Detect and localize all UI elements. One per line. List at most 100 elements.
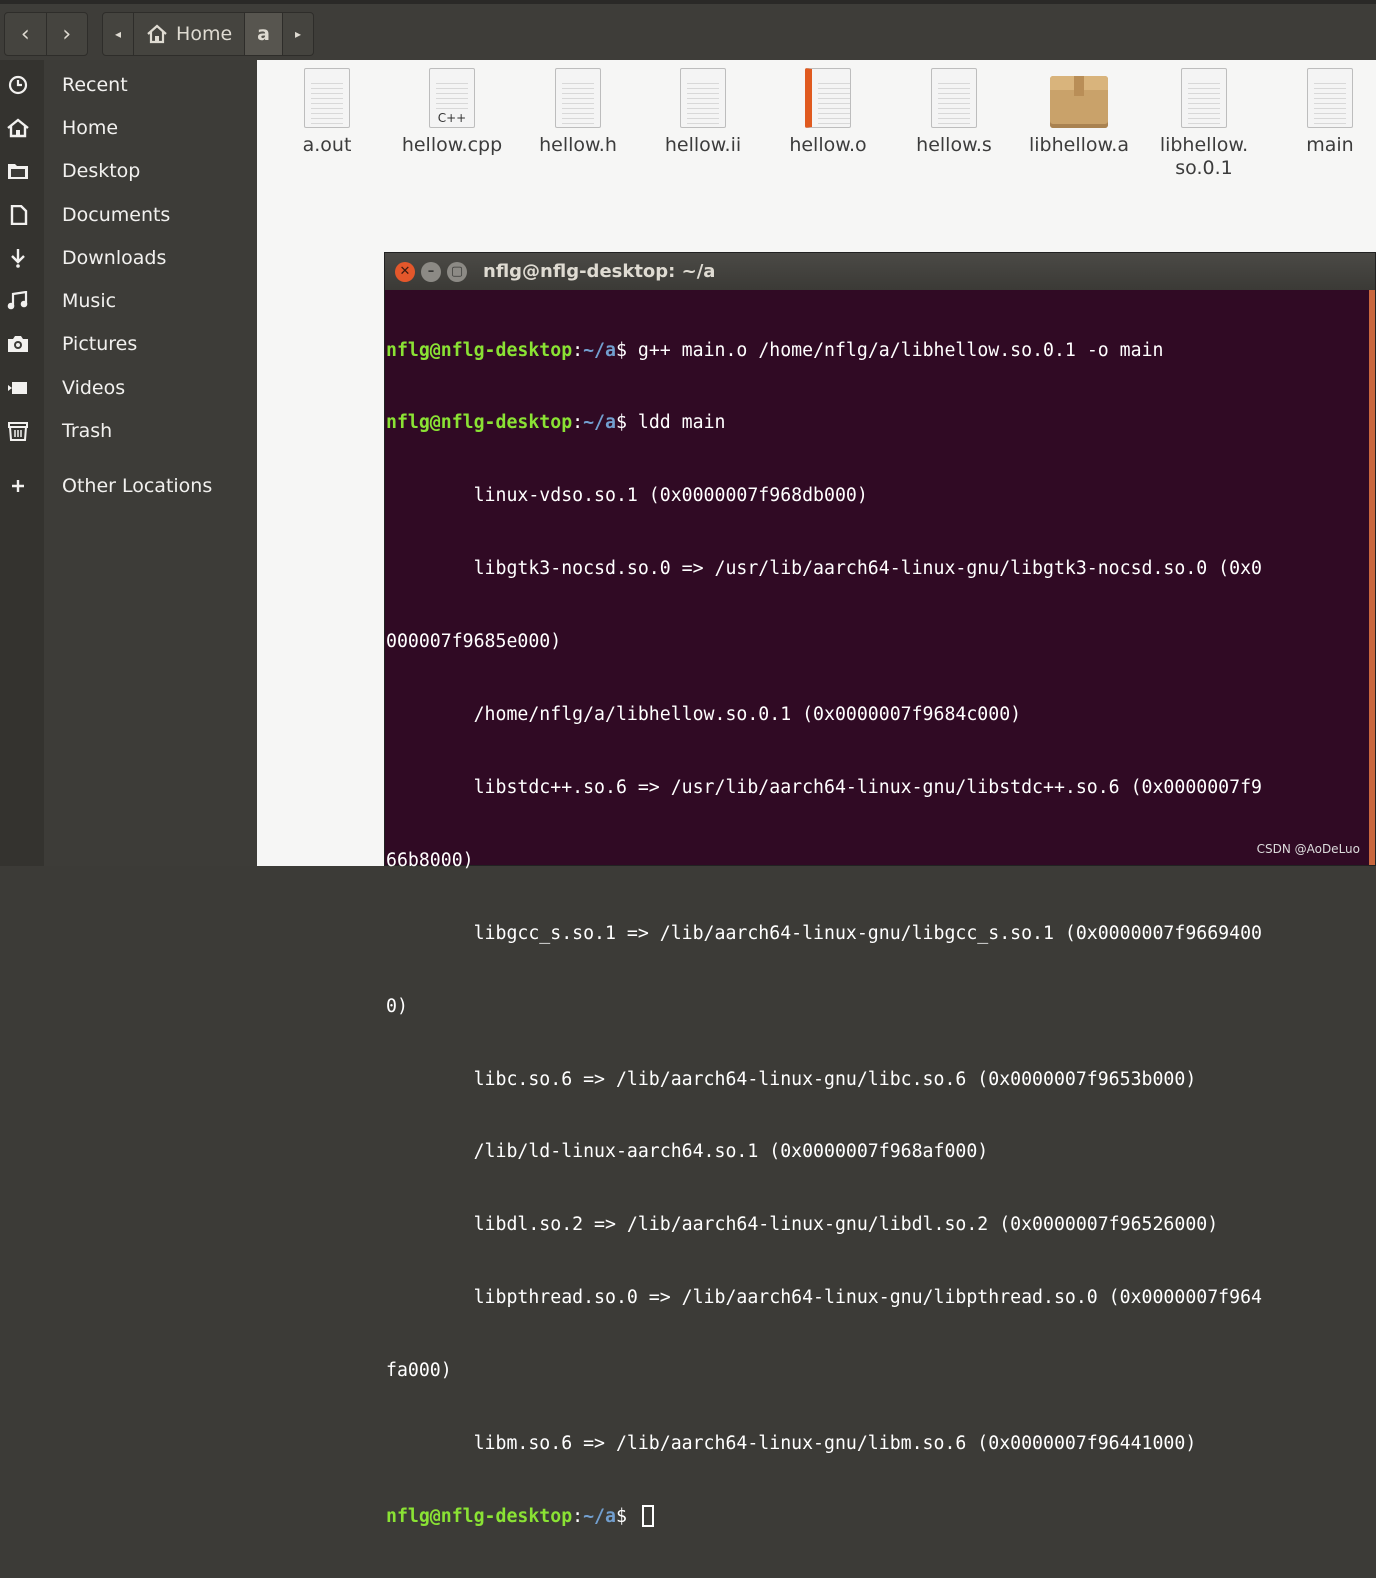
output-line: 66b8000) (386, 849, 474, 871)
sidebar-item-label: Trash (62, 420, 113, 442)
file-name: hellow.s (916, 134, 992, 156)
sidebar-item-other-locations[interactable]: Other Locations (0, 466, 257, 506)
output-line: libdl.so.2 => /lib/aarch64-linux-gnu/lib… (386, 1214, 1219, 1236)
home-icon (7, 118, 29, 138)
chevron-left-icon: ‹ (20, 21, 30, 47)
trash-icon (8, 422, 28, 441)
output-line: libgtk3-nocsd.so.0 => /usr/lib/aarch64-l… (386, 558, 1262, 580)
sidebar-item-label: Downloads (62, 247, 167, 269)
file-item[interactable]: hellow.ii (648, 68, 758, 157)
file-item[interactable]: main (1275, 68, 1376, 157)
breadcrumb-scroll-left[interactable]: ◂ (103, 13, 133, 55)
chevron-right-icon: › (62, 21, 72, 47)
sidebar-item-label: Pictures (62, 333, 138, 355)
terminal-titlebar[interactable]: ✕ – ▢ nflg@nflg-desktop: ~/a (385, 253, 1375, 290)
output-line: /home/nflg/a/libhellow.so.0.1 (0x0000007… (386, 704, 1022, 726)
home-icon (147, 24, 167, 44)
output-line: libgcc_s.so.1 => /lib/aarch64-linux-gnu/… (386, 922, 1262, 944)
video-icon (8, 382, 27, 394)
maximize-icon: ▢ (450, 264, 464, 279)
file-name: hellow.ii (664, 134, 742, 156)
object-file-icon (805, 68, 851, 128)
sidebar: Recent Home Desktop Documents Downloads (0, 60, 257, 866)
minimize-button[interactable]: – (421, 262, 441, 282)
sidebar-item-videos[interactable]: Videos (0, 368, 257, 408)
terminal-window[interactable]: ✕ – ▢ nflg@nflg-desktop: ~/a nflg@nflg-d… (384, 252, 1376, 1527)
file-item[interactable]: C++ hellow.cpp (397, 68, 507, 157)
sidebar-item-home[interactable]: Home (0, 108, 257, 148)
file-name: main (1306, 134, 1354, 156)
sidebar-item-label: Other Locations (62, 475, 213, 497)
file-item[interactable]: libhellow.a (1024, 68, 1134, 157)
command-text: g++ main.o /home/nflg/a/libhellow.so.0.1… (637, 339, 1164, 361)
breadcrumb: ◂ Home a ▸ (102, 12, 314, 56)
watermark: CSDN @AoDeLuo (1256, 842, 1360, 856)
file-item[interactable]: a.out (272, 68, 382, 157)
text-file-icon (1307, 68, 1353, 128)
sidebar-item-documents[interactable]: Documents (0, 195, 257, 235)
plus-icon (12, 480, 24, 492)
terminal-title: nflg@nflg-desktop: ~/a (483, 261, 716, 282)
output-line: libm.so.6 => /lib/aarch64-linux-gnu/libm… (386, 1432, 1197, 1454)
cpp-file-icon: C++ (429, 68, 475, 128)
file-name: libhellow. so.0.1 (1159, 134, 1249, 179)
nav-buttons: ‹ › (4, 12, 88, 56)
camera-icon (8, 336, 28, 352)
breadcrumb-home-label: Home (176, 23, 233, 45)
back-button[interactable]: ‹ (5, 13, 46, 55)
sidebar-item-music[interactable]: Music (0, 281, 257, 321)
document-icon (10, 205, 28, 225)
maximize-button[interactable]: ▢ (447, 262, 467, 282)
terminal-output[interactable]: nflg@nflg-desktop:~/a$ g++ main.o /home/… (385, 290, 1370, 1527)
output-line: 0) (386, 995, 408, 1017)
breadcrumb-current[interactable]: a (244, 13, 282, 55)
output-line: libpthread.so.0 => /lib/aarch64-linux-gn… (386, 1287, 1262, 1309)
archive-icon (1050, 76, 1108, 128)
download-icon (11, 249, 25, 268)
sidebar-item-label: Desktop (62, 160, 141, 182)
file-item[interactable]: libhellow. so.0.1 (1149, 68, 1259, 180)
prompt-line: nflg@nflg-desktop:~/a$ g++ main.o /home/… (386, 339, 1164, 361)
music-icon (7, 291, 28, 310)
file-name: hellow.cpp (401, 134, 503, 156)
text-file-icon (304, 68, 350, 128)
forward-button[interactable]: › (45, 13, 88, 55)
text-cursor (641, 1504, 654, 1527)
sidebar-item-pictures[interactable]: Pictures (0, 324, 257, 364)
file-name: a.out (302, 134, 352, 156)
text-file-icon (931, 68, 977, 128)
file-item[interactable]: hellow.s (899, 68, 1009, 157)
file-item[interactable]: hellow.h (523, 68, 633, 157)
sidebar-item-label: Home (62, 117, 119, 139)
file-name: libhellow.a (1028, 134, 1129, 156)
sidebar-item-downloads[interactable]: Downloads (0, 238, 257, 278)
output-line: fa000) (386, 1360, 452, 1382)
clock-icon (8, 75, 28, 95)
close-icon: ✕ (399, 264, 411, 279)
output-line: /lib/ld-linux-aarch64.so.1 (0x0000007f96… (386, 1141, 989, 1163)
file-name: hellow.o (789, 134, 867, 156)
folder-icon (8, 164, 28, 179)
command-text: ldd main (637, 412, 726, 434)
file-item[interactable]: hellow.o (773, 68, 883, 157)
output-line: 000007f9685e000) (386, 631, 562, 653)
prompt-line: nflg@nflg-desktop:~/a$ (386, 1504, 1370, 1529)
close-button[interactable]: ✕ (395, 262, 415, 282)
minimize-icon: – (427, 264, 435, 279)
header-file-icon (555, 68, 601, 128)
text-file-icon (680, 68, 726, 128)
sidebar-item-desktop[interactable]: Desktop (0, 151, 257, 191)
output-line: libstdc++.so.6 => /usr/lib/aarch64-linux… (386, 776, 1262, 798)
breadcrumb-scroll-right[interactable]: ▸ (281, 13, 313, 55)
sidebar-item-recent[interactable]: Recent (0, 65, 257, 105)
output-line: libc.so.6 => /lib/aarch64-linux-gnu/libc… (386, 1068, 1197, 1090)
sidebar-item-trash[interactable]: Trash (0, 411, 257, 451)
sidebar-item-label: Music (62, 290, 117, 312)
terminal-scrollbar[interactable] (1369, 290, 1375, 865)
output-line: linux-vdso.so.1 (0x0000007f968db000) (386, 485, 868, 507)
sidebar-item-label: Documents (62, 204, 171, 226)
prompt-line: nflg@nflg-desktop:~/a$ ldd main (386, 412, 726, 434)
text-file-icon (1181, 68, 1227, 128)
sidebar-item-label: Videos (62, 377, 126, 399)
breadcrumb-home[interactable]: Home (133, 13, 244, 55)
